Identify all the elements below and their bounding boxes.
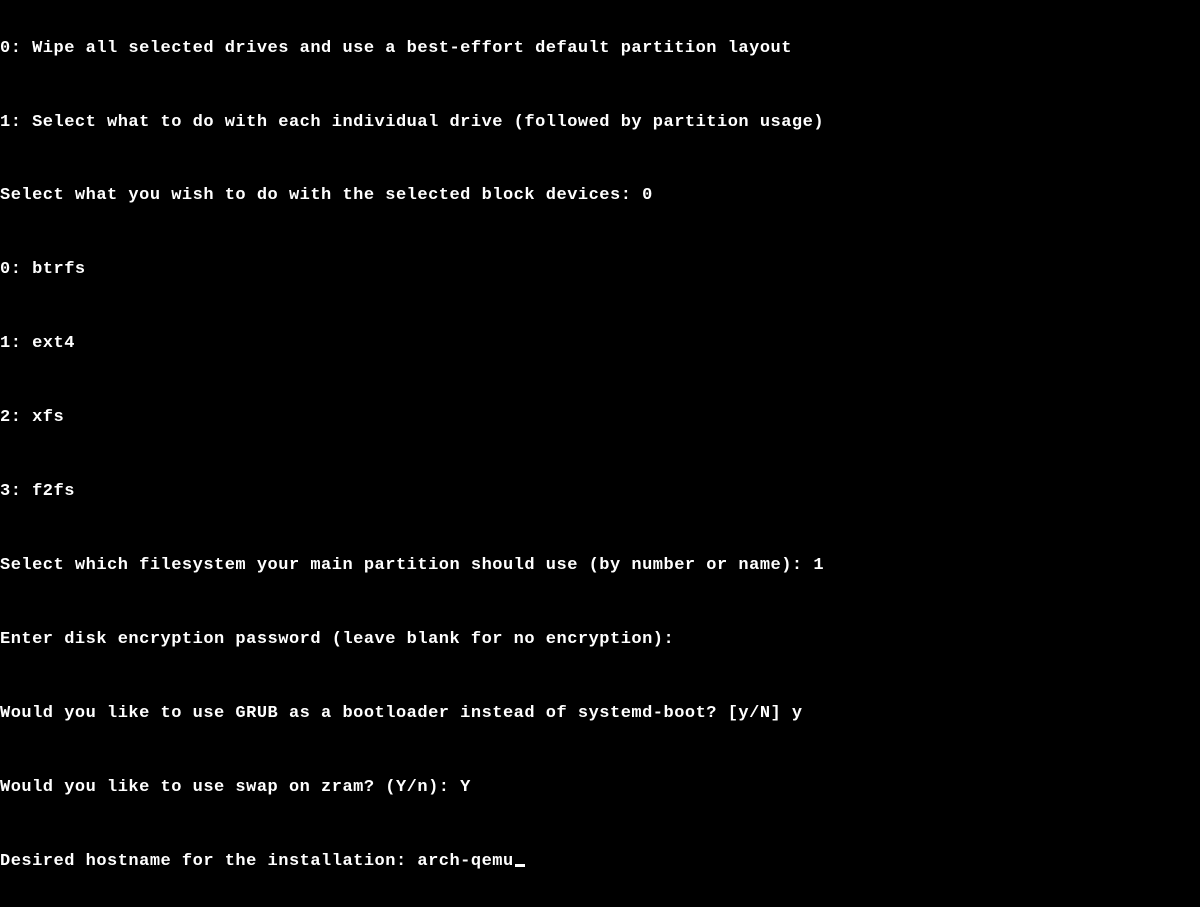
terminal-line: Select what you wish to do with the sele… [0,184,1200,209]
terminal-line: 0: btrfs [0,258,1200,283]
terminal-line: Select which filesystem your main partit… [0,554,1200,579]
terminal-line: Would you like to use swap on zram? (Y/n… [0,776,1200,801]
terminal-line: 0: Wipe all selected drives and use a be… [0,37,1200,62]
cursor-icon [515,864,525,867]
terminal-prompt-text: Desired hostname for the installation: a… [0,852,514,871]
terminal-output[interactable]: 0: BlockDevice(/run/archiso/bootmnt/arch… [0,0,1200,899]
terminal-line: 1: Select what to do with each individua… [0,111,1200,136]
terminal-line: 3: f2fs [0,480,1200,505]
terminal-line: Would you like to use GRUB as a bootload… [0,702,1200,727]
terminal-prompt-line[interactable]: Desired hostname for the installation: a… [0,850,1200,875]
terminal-line: Enter disk encryption password (leave bl… [0,628,1200,653]
terminal-line: 2: xfs [0,406,1200,431]
terminal-line: 1: ext4 [0,332,1200,357]
